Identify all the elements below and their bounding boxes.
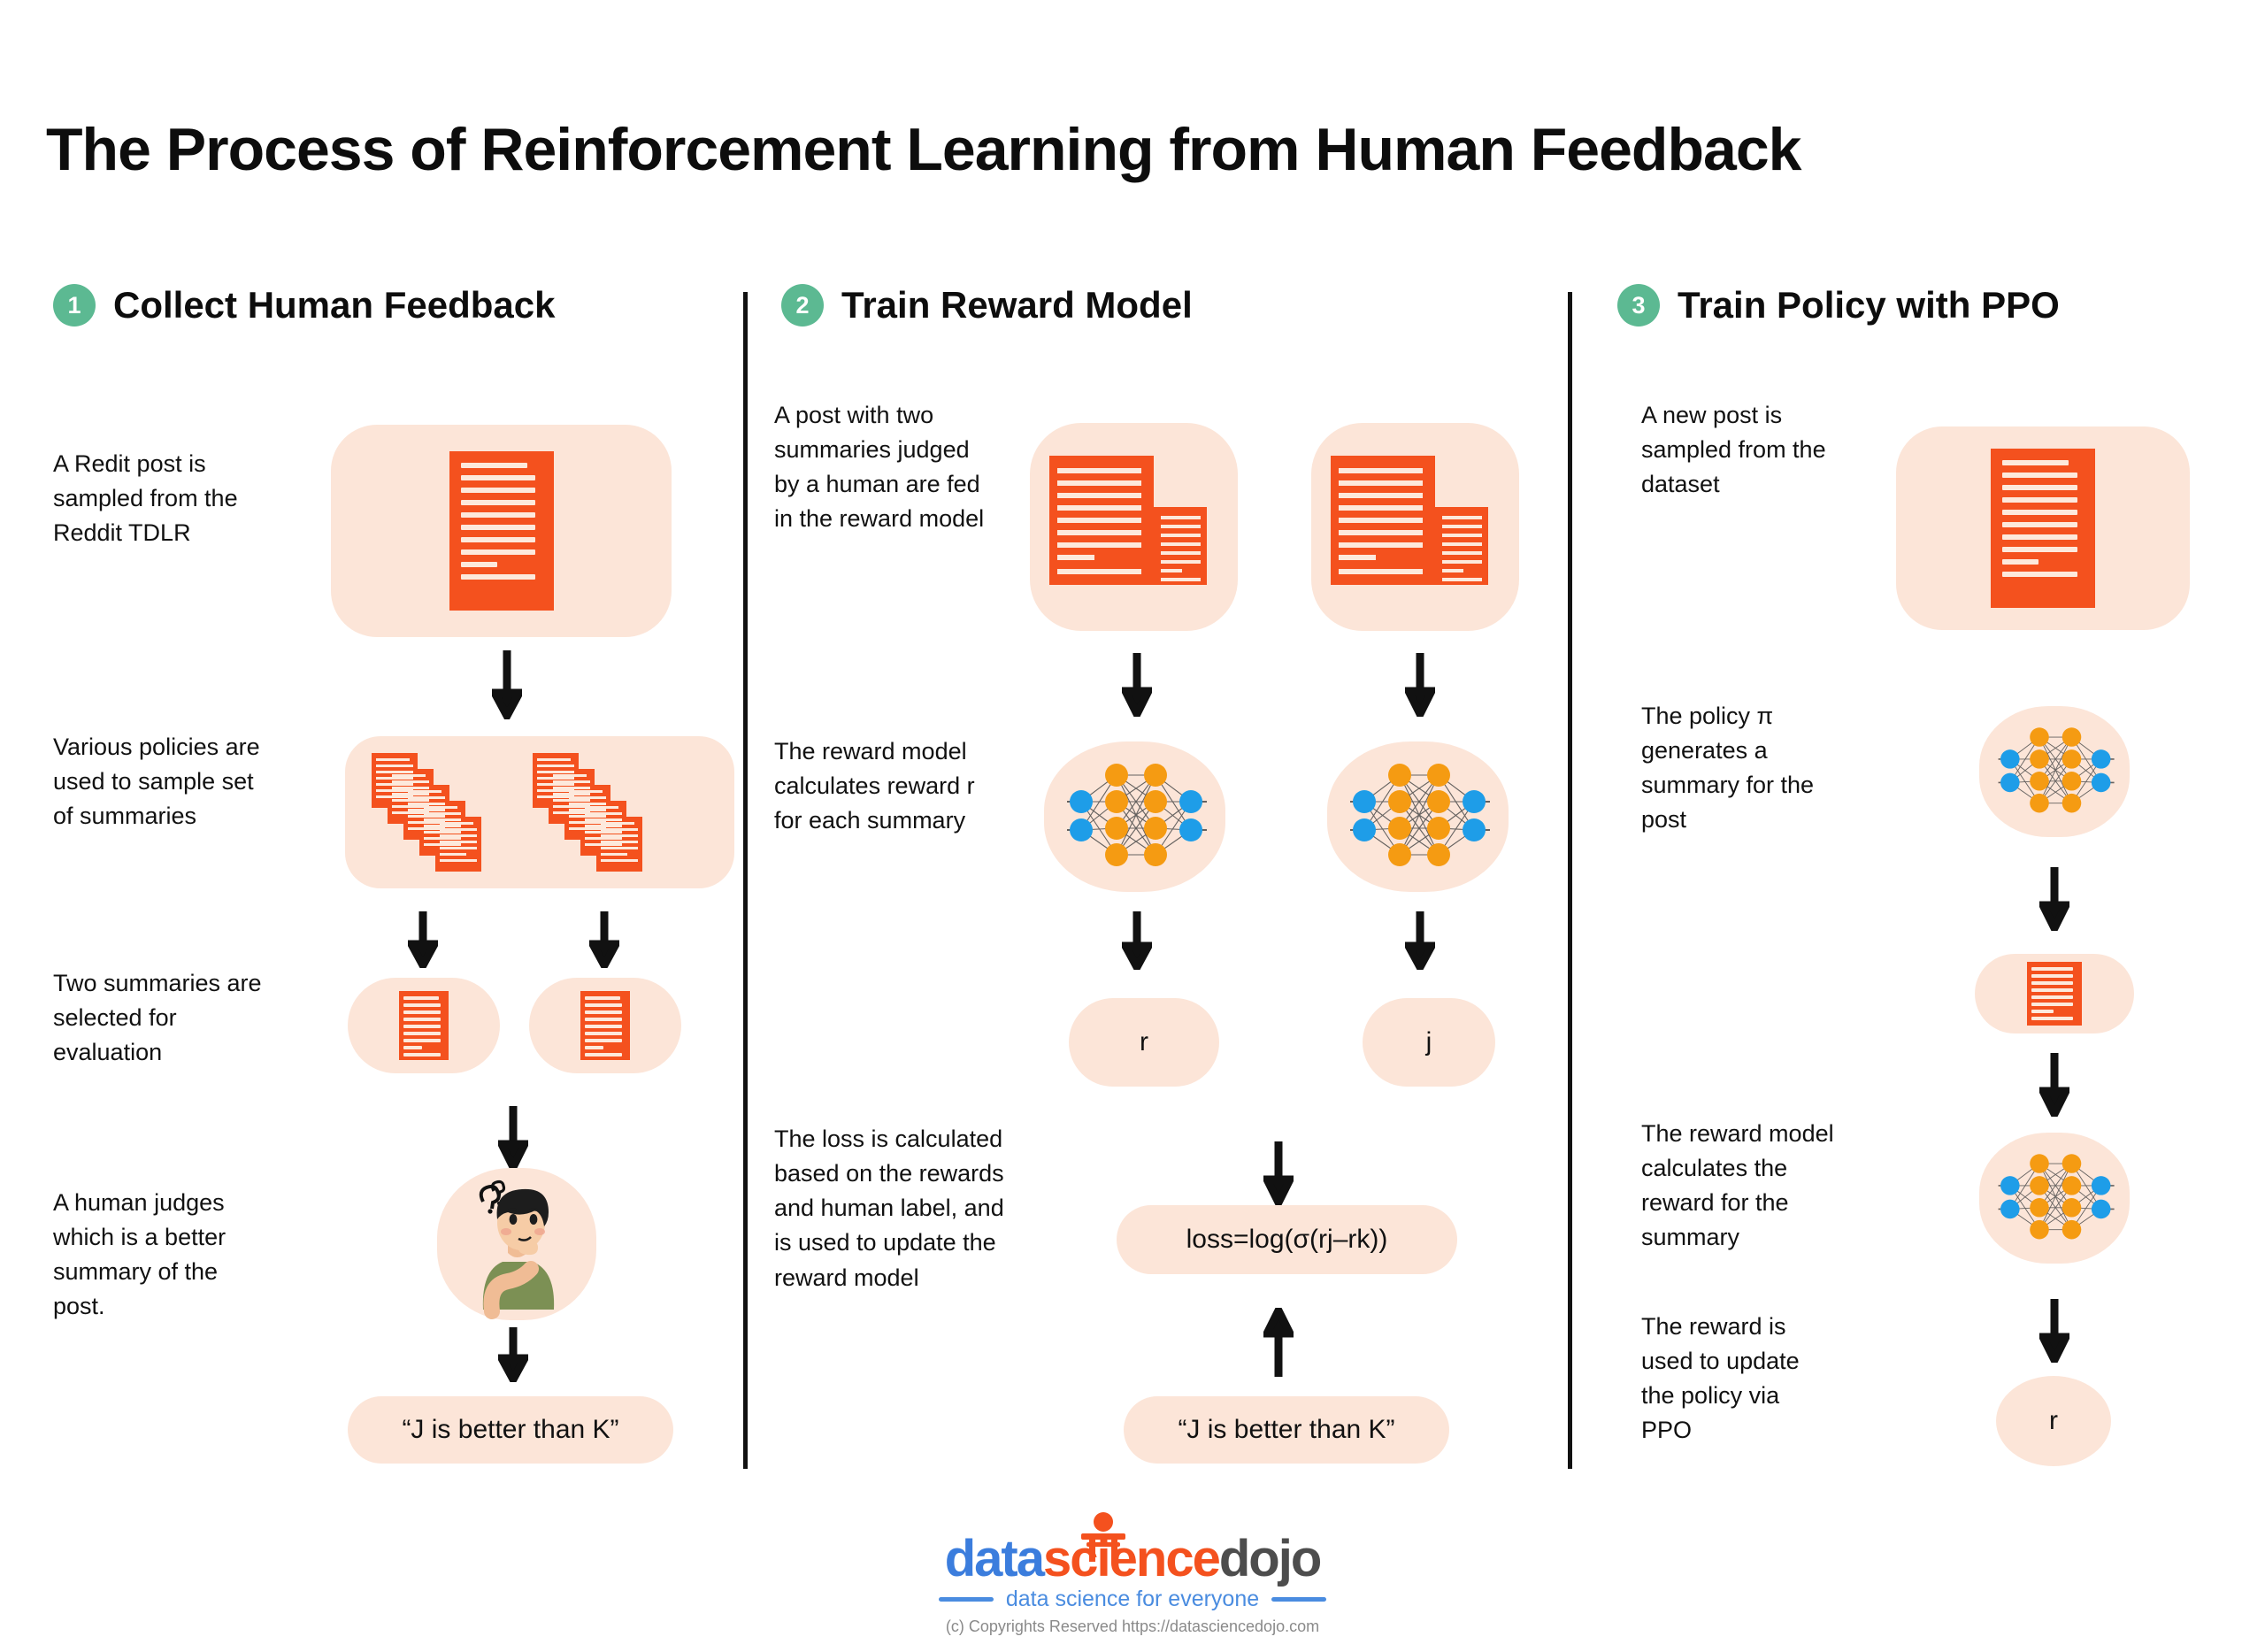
document-icon: [399, 991, 449, 1060]
step-badge-2: 2: [781, 284, 824, 327]
caption-3-1: A new post is sampled from the dataset: [1641, 402, 1826, 498]
arrow-down-icon: [492, 650, 522, 719]
document-with-summary-icon: [1049, 455, 1207, 585]
document-icon: [580, 991, 630, 1060]
loss-formula-pill: loss=log(σ(rj–rk)): [1117, 1205, 1457, 1274]
tagline-rule-left: [938, 1597, 994, 1602]
arrow-up-icon: [1263, 1308, 1294, 1377]
copyright-text: (c) Copyrights Reserved https://datascie…: [945, 1617, 1320, 1635]
summary-card-j: [348, 978, 500, 1073]
logo-text-science: science: [1043, 1530, 1221, 1587]
tagline-text: data science for everyone: [1005, 1587, 1260, 1611]
caption-3-4: The reward is used to update the policy …: [1641, 1313, 1800, 1444]
reward-pill-column-3: r: [1996, 1376, 2111, 1466]
column-2-title: Train Reward Model: [841, 284, 1193, 326]
column-1-title: Collect Human Feedback: [113, 284, 556, 326]
document-icon: [449, 451, 554, 611]
logo-text-data: data: [944, 1530, 1045, 1587]
reward-pill-j: j: [1363, 998, 1495, 1087]
torii-gate-icon: [1080, 1512, 1125, 1562]
caption-1-1: A Redit post is sampled from the Reddit …: [53, 450, 238, 547]
logo-wordmark: datasciencedojo: [944, 1512, 1322, 1587]
arrow-down-icon: [1405, 911, 1435, 970]
arrow-down-icon: [1122, 911, 1152, 970]
summary-card-k: [529, 978, 681, 1073]
arrow-down-icon: [1263, 1141, 1294, 1205]
arrow-down-icon: [1122, 653, 1152, 717]
reward-pill-r: r: [1069, 998, 1219, 1087]
post-summary-card-right: [1311, 423, 1519, 631]
post-card-1: [331, 425, 672, 637]
post-card-3: [1896, 426, 2190, 630]
post-summary-card-left: [1030, 423, 1238, 631]
column-1-header: 1 Collect Human Feedback: [53, 274, 761, 336]
document-icon: [2027, 962, 2082, 1026]
document-icon: [1991, 449, 2095, 608]
logo-text-dojo: dojo: [1218, 1530, 1322, 1587]
column-divider-1: [743, 292, 748, 1469]
infographic-page: The Process of Reinforcement Learning fr…: [0, 0, 2265, 1652]
neural-network-icon: [1998, 727, 2115, 813]
tagline-rule-right: [1271, 1597, 1327, 1602]
column-3-title: Train Policy with PPO: [1678, 284, 2060, 326]
step-badge-1: 1: [53, 284, 96, 327]
human-label-pill: “J is better than K”: [1124, 1396, 1449, 1464]
summaries-stack-card: [345, 736, 734, 888]
reward-model-card-3: [1979, 1133, 2130, 1264]
step-badge-3: 3: [1617, 284, 1660, 327]
policy-network-card: [1979, 706, 2130, 837]
caption-1-2: Various policies are used to sample set …: [53, 734, 260, 830]
thinking-person-icon: [479, 1179, 555, 1319]
column-3-header: 3 Train Policy with PPO: [1593, 274, 2247, 336]
caption-2-3: The loss is calculated based on the rewa…: [774, 1126, 1004, 1291]
arrow-down-icon: [498, 1327, 528, 1382]
reward-model-card-left: [1044, 741, 1225, 892]
column-train-policy-ppo: 3 Train Policy with PPO: [1593, 274, 2247, 336]
neural-network-icon: [1998, 1154, 2115, 1240]
page-title: The Process of Reinforcement Learning fr…: [46, 116, 1801, 183]
neural-network-icon: [1067, 764, 1207, 866]
column-2-header: 2 Train Reward Model: [774, 274, 1575, 336]
arrow-down-icon: [589, 911, 619, 968]
caption-3-3: The reward model calculates the reward f…: [1641, 1120, 1834, 1251]
generated-summary-card: [1975, 954, 2134, 1033]
result-pill-column-1: “J is better than K”: [348, 1396, 673, 1464]
logo-tagline: data science for everyone: [938, 1587, 1327, 1612]
column-train-reward-model: 2 Train Reward Model: [774, 274, 1575, 336]
arrow-down-icon: [2039, 1053, 2069, 1117]
document-stack-icon: [372, 753, 642, 872]
caption-1-3: Two summaries are selected for evaluatio…: [53, 970, 262, 1066]
neural-network-icon: [1350, 764, 1490, 866]
column-collect-human-feedback: 1 Collect Human Feedback: [53, 274, 761, 336]
thinking-person-card: [437, 1168, 596, 1320]
arrow-down-icon: [408, 911, 438, 968]
arrow-down-icon: [1405, 653, 1435, 717]
footer-logo: datasciencedojo data science for everyon…: [0, 1512, 2265, 1636]
document-with-summary-icon: [1331, 455, 1488, 585]
caption-2-2: The reward model calculates reward r for…: [774, 738, 975, 834]
reward-model-card-right: [1327, 741, 1509, 892]
caption-2-1: A post with two summaries judged by a hu…: [774, 402, 985, 533]
column-divider-2: [1568, 292, 1572, 1469]
arrow-down-icon: [2039, 867, 2069, 931]
caption-1-4: A human judges which is a better summary…: [53, 1189, 226, 1320]
arrow-down-icon: [2039, 1299, 2069, 1363]
caption-3-2: The policy π generates a summary for the…: [1641, 703, 1815, 834]
arrow-down-icon: [498, 1106, 528, 1170]
